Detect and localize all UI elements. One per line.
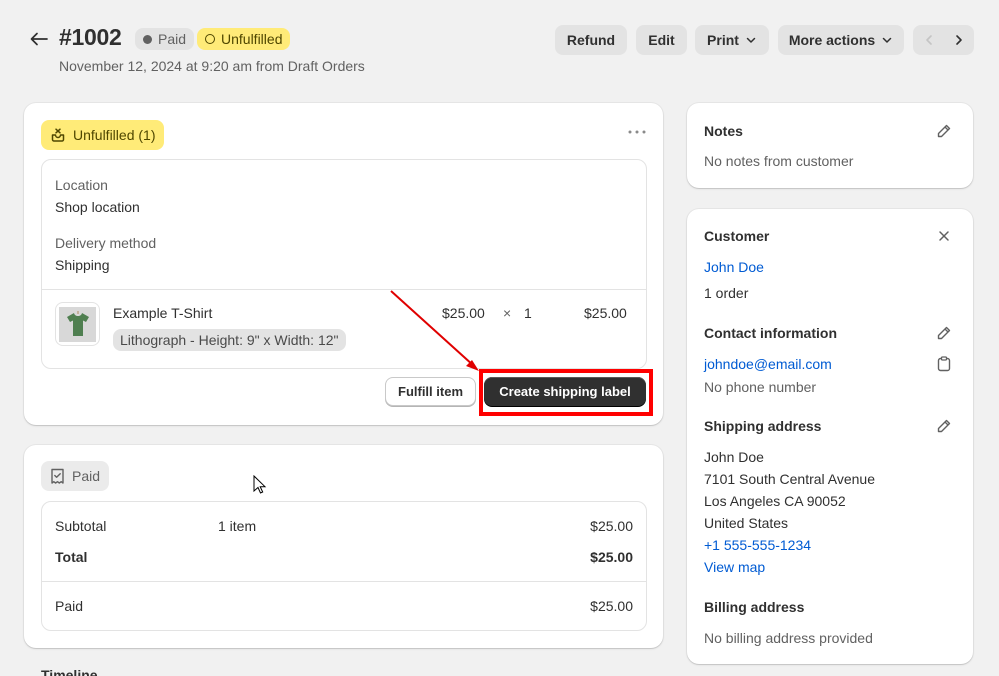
back-button[interactable] <box>28 27 50 51</box>
notes-body: No notes from customer <box>704 153 854 169</box>
fulfillment-status-label: Unfulfilled <box>221 31 283 47</box>
paid-pill: Paid <box>41 461 110 491</box>
status-ring-icon <box>205 34 215 44</box>
copy-email-button[interactable] <box>934 354 954 374</box>
pagination <box>913 25 974 55</box>
more-actions-label: More actions <box>788 32 876 48</box>
edit-notes-button[interactable] <box>934 121 954 141</box>
more-actions-button[interactable]: More actions <box>778 25 904 55</box>
arrow-left-icon <box>30 32 48 46</box>
subtotal-detail: 1 item <box>218 518 257 534</box>
contact-info-title: Contact information <box>704 325 837 341</box>
product-image-bg <box>59 306 96 342</box>
billing-address-title: Billing address <box>704 599 805 615</box>
line-total: $25.00 <box>584 305 627 321</box>
notes-title: Notes <box>704 123 743 139</box>
more-options-button[interactable] <box>626 122 648 142</box>
status-dot-icon <box>143 34 152 44</box>
customer-name-link[interactable]: John Doe <box>704 259 764 275</box>
unfulfilled-box-icon <box>51 128 65 142</box>
next-order-button[interactable] <box>944 25 974 55</box>
view-map-link[interactable]: View map <box>704 559 765 575</box>
paid-label: Paid <box>55 598 84 614</box>
edit-shipping-address-button[interactable] <box>934 416 954 436</box>
total-label: Total <box>55 549 88 565</box>
tshirt-icon <box>66 311 89 336</box>
edit-contact-button[interactable] <box>934 323 954 343</box>
shipping-phone-link[interactable]: +1 555-555-1234 <box>704 537 811 553</box>
chevron-down-icon <box>882 37 892 43</box>
print-button[interactable]: Print <box>695 25 769 55</box>
location-label: Location <box>55 177 108 193</box>
pencil-icon <box>937 124 951 138</box>
paid-pill-label: Paid <box>72 468 101 484</box>
fulfill-item-button[interactable]: Fulfill item <box>385 377 476 406</box>
customer-phone: No phone number <box>704 379 817 395</box>
chevron-down-icon <box>746 37 756 43</box>
customer-order-count: 1 order <box>704 285 749 301</box>
subtotal-label: Subtotal <box>55 518 107 534</box>
customer-title: Customer <box>704 228 770 244</box>
payment-status-label: Paid <box>158 31 187 47</box>
paid-amount: $25.00 <box>590 598 633 614</box>
refund-button[interactable]: Refund <box>555 25 627 55</box>
customer-email-link[interactable]: johndoe@email.com <box>704 356 832 372</box>
subtotal-amount: $25.00 <box>590 518 633 534</box>
shipping-street: 7101 South Central Avenue <box>704 471 875 487</box>
payment-card: Paid Subtotal 1 item $25.00 Total $25.00… <box>24 445 663 648</box>
customer-card: Customer John Doe 1 order Contact inform… <box>687 209 973 664</box>
order-subtitle: November 12, 2024 at 9:20 am from Draft … <box>59 58 365 74</box>
product-name[interactable]: Example T-Shirt <box>113 305 212 321</box>
shipping-country: United States <box>704 515 789 531</box>
divider <box>42 289 646 290</box>
fulfillment-details: Location Shop location Delivery method S… <box>41 159 647 369</box>
receipt-check-icon <box>51 468 64 484</box>
delivery-method-label: Delivery method <box>55 235 157 251</box>
order-title: #1002 <box>59 24 122 50</box>
billing-address-body: No billing address provided <box>704 630 873 646</box>
shipping-address-title: Shipping address <box>704 418 822 434</box>
clipboard-icon <box>937 356 951 372</box>
notes-card: Notes No notes from customer <box>687 103 973 188</box>
unfulfilled-pill: Unfulfilled (1) <box>41 120 165 150</box>
total-amount: $25.00 <box>590 549 633 565</box>
print-label: Print <box>707 32 739 48</box>
variant-badge: Lithograph - Height: 9" x Width: 12" <box>113 329 346 351</box>
quantity: 1 <box>524 305 532 321</box>
shipping-city: Los Angeles CA 90052 <box>704 493 846 509</box>
times-sign: × <box>503 305 512 321</box>
previous-order-button[interactable] <box>914 25 944 55</box>
unfulfilled-pill-label: Unfulfilled (1) <box>73 127 156 143</box>
remove-customer-button[interactable] <box>934 226 954 246</box>
timeline-heading: Timeline <box>41 667 98 676</box>
chevron-right-icon <box>955 35 962 45</box>
delivery-method-value: Shipping <box>55 257 110 273</box>
location-value: Shop location <box>55 199 140 215</box>
fulfillment-card: Unfulfilled (1) Location Shop location D… <box>24 103 663 425</box>
pencil-icon <box>937 419 951 433</box>
payment-summary: Subtotal 1 item $25.00 Total $25.00 Paid… <box>41 501 647 631</box>
create-shipping-label-button[interactable]: Create shipping label <box>484 377 646 406</box>
edit-button[interactable]: Edit <box>636 25 687 55</box>
close-icon <box>939 231 949 241</box>
product-thumbnail[interactable] <box>55 302 100 346</box>
chevron-left-icon <box>925 35 932 45</box>
ellipsis-icon <box>628 130 646 134</box>
divider <box>42 581 646 582</box>
shipping-name: John Doe <box>704 449 764 465</box>
fulfillment-status-badge: Unfulfilled <box>197 28 291 50</box>
unit-price: $25.00 <box>442 305 485 321</box>
payment-status-badge: Paid <box>135 28 195 50</box>
pencil-icon <box>937 326 951 340</box>
